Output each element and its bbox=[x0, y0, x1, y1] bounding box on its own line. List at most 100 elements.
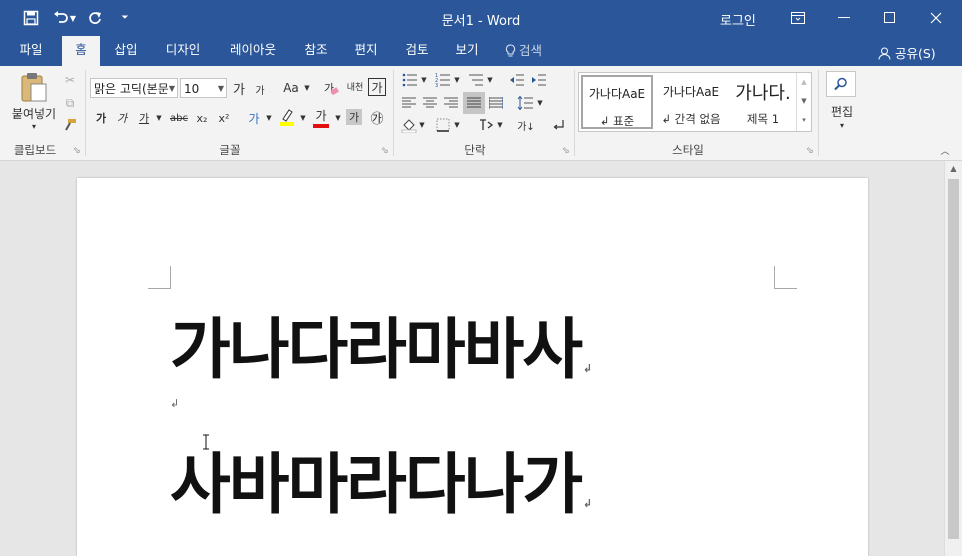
style-heading-1[interactable]: 가나다. 제목 1 bbox=[727, 75, 799, 129]
line-spacing-icon[interactable] bbox=[516, 94, 534, 112]
font-launcher-icon[interactable]: ⬂ bbox=[381, 146, 389, 156]
style-normal[interactable]: 가나다AaE ↲ 표준 bbox=[581, 75, 653, 129]
styles-launcher-icon[interactable]: ⬂ bbox=[806, 146, 814, 156]
document-line-2[interactable]: 사바마라다나가 ↲ bbox=[170, 431, 592, 527]
change-case-button[interactable]: Aa bbox=[281, 78, 301, 98]
search-icon[interactable] bbox=[826, 71, 856, 97]
styles-group-label: 스타일 bbox=[672, 143, 704, 157]
enclosed-character-button[interactable]: ㉮ bbox=[367, 107, 387, 127]
align-center-icon[interactable] bbox=[421, 94, 439, 112]
tab-references[interactable]: 참조 bbox=[296, 36, 336, 66]
chevron-up-icon[interactable]: ▲ bbox=[797, 73, 811, 92]
line-1-text: 가나다라마바사 bbox=[170, 311, 583, 388]
tab-layout[interactable]: 레이아웃 bbox=[222, 36, 284, 66]
ribbon-display-options-icon[interactable] bbox=[775, 0, 821, 36]
chevron-down-icon[interactable]: ▼ bbox=[264, 108, 274, 128]
style-name: ↲ 간격 없음 bbox=[661, 112, 721, 126]
tab-insert[interactable]: 삽입 bbox=[106, 36, 146, 66]
shading-icon[interactable] bbox=[400, 116, 418, 134]
tab-design[interactable]: 디자인 bbox=[158, 36, 208, 66]
chevron-down-icon[interactable]: ▼ bbox=[536, 94, 544, 112]
paste-button[interactable]: 붙여넣기 ▾ bbox=[10, 71, 58, 137]
decrease-indent-icon[interactable] bbox=[508, 71, 526, 89]
phonetic-guide-button[interactable]: 내천 bbox=[344, 78, 366, 98]
text-effects-button[interactable]: 가 bbox=[245, 108, 263, 128]
align-right-icon[interactable] bbox=[442, 94, 460, 112]
chevron-down-icon[interactable]: ▼ bbox=[418, 116, 426, 134]
style-no-spacing[interactable]: 가나다AaE ↲ 간격 없음 bbox=[655, 75, 727, 129]
chevron-down-icon[interactable]: ▼ bbox=[453, 71, 461, 89]
asian-layout-icon[interactable] bbox=[476, 116, 496, 134]
enclose-characters-button[interactable]: 가 bbox=[368, 78, 386, 96]
chevron-down-icon[interactable]: ▼ bbox=[486, 71, 494, 89]
styles-gallery: 가나다AaE ↲ 표준 가나다AaE ↲ 간격 없음 가나다. 제목 1 ▲ ▼… bbox=[578, 72, 812, 132]
share-button[interactable]: 공유(S) bbox=[878, 43, 936, 62]
chevron-down-icon[interactable]: ▼ bbox=[420, 71, 428, 89]
chevron-down-icon[interactable]: ▼ bbox=[302, 78, 312, 98]
hangul-alignment-button[interactable]: 가↓ bbox=[516, 116, 536, 134]
justify-icon[interactable] bbox=[463, 92, 485, 114]
scroll-up-icon[interactable]: ▲ bbox=[945, 161, 962, 177]
clear-formatting-icon[interactable]: 가 bbox=[322, 78, 340, 98]
login-link[interactable]: 로그인 bbox=[720, 10, 756, 29]
bold-button[interactable]: 가 bbox=[93, 108, 109, 128]
increase-indent-icon[interactable] bbox=[530, 71, 548, 89]
paragraph-mark: ↲ bbox=[170, 397, 180, 410]
tab-home[interactable]: 홈 bbox=[62, 36, 100, 67]
font-name-select[interactable]: 맑은 고딕(본문 ▼ bbox=[90, 78, 178, 98]
share-label: 공유(S) bbox=[894, 46, 936, 61]
clipboard-paste-icon bbox=[21, 73, 47, 102]
bullets-icon[interactable] bbox=[400, 71, 420, 89]
minimize-icon[interactable] bbox=[821, 0, 867, 36]
cut-icon[interactable]: ✂ bbox=[61, 71, 79, 89]
vertical-scrollbar[interactable]: ▲ bbox=[944, 161, 962, 556]
format-painter-icon[interactable] bbox=[61, 116, 79, 134]
chevron-down-icon[interactable]: ▼ bbox=[298, 108, 308, 128]
more-styles-icon[interactable]: ▾ bbox=[797, 111, 811, 130]
chevron-down-icon[interactable]: ▼ bbox=[333, 108, 343, 128]
font-size-select[interactable]: 10 ▼ bbox=[180, 78, 227, 98]
grow-font-icon[interactable]: 가 bbox=[230, 78, 248, 98]
chevron-down-icon[interactable]: ▼ bbox=[453, 116, 461, 134]
multilevel-list-icon[interactable] bbox=[466, 71, 486, 89]
chevron-down-icon[interactable]: ▼ bbox=[797, 92, 811, 111]
italic-button[interactable]: 가 bbox=[114, 108, 130, 128]
align-left-icon[interactable] bbox=[400, 94, 418, 112]
underline-button[interactable]: 가 bbox=[136, 108, 152, 128]
document-page[interactable]: 가나다라마바사 ↲ ↲ 사바마라다나가 ↲ bbox=[77, 178, 868, 556]
subscript-button[interactable]: x₂ bbox=[193, 108, 211, 128]
clipboard-launcher-icon[interactable]: ⬂ bbox=[73, 146, 81, 156]
show-marks-icon[interactable] bbox=[549, 116, 567, 134]
tab-file[interactable]: 파일 bbox=[10, 36, 52, 66]
chevron-down-icon[interactable]: ▼ bbox=[496, 116, 504, 134]
collapse-ribbon-icon[interactable]: ︿ bbox=[938, 144, 952, 157]
editing-button[interactable]: 편집 bbox=[826, 102, 858, 120]
paragraph-group-label: 단락 bbox=[464, 143, 486, 157]
text-cursor-icon bbox=[203, 434, 209, 450]
superscript-button[interactable]: x² bbox=[215, 108, 233, 128]
font-color-swatch bbox=[313, 123, 329, 128]
tell-me-search[interactable]: 검색 bbox=[505, 36, 551, 66]
chevron-down-icon[interactable]: ▼ bbox=[154, 108, 164, 128]
copy-icon[interactable]: ⧉ bbox=[61, 94, 79, 112]
character-shading-button[interactable]: 가 bbox=[346, 109, 362, 125]
numbering-icon[interactable]: 123 bbox=[433, 71, 453, 89]
shrink-font-icon[interactable]: 가 bbox=[252, 80, 268, 98]
scroll-thumb[interactable] bbox=[948, 179, 959, 539]
chevron-down-icon[interactable]: ▾ bbox=[836, 120, 848, 130]
clipboard-group-label: 클립보드 bbox=[13, 143, 57, 157]
paragraph-launcher-icon[interactable]: ⬂ bbox=[562, 146, 570, 156]
font-color-button[interactable]: 가 bbox=[312, 106, 330, 128]
maximize-icon[interactable] bbox=[867, 0, 913, 36]
paragraph-mark: ↲ bbox=[583, 362, 592, 375]
highlight-color-button[interactable] bbox=[278, 106, 296, 128]
tab-view[interactable]: 보기 bbox=[447, 36, 487, 66]
distributed-icon[interactable] bbox=[487, 94, 505, 112]
tab-mailings[interactable]: 편지 bbox=[346, 36, 386, 66]
borders-icon[interactable] bbox=[434, 116, 452, 134]
close-icon[interactable] bbox=[913, 0, 959, 36]
style-sample: 가나다. bbox=[735, 83, 791, 104]
document-line-1[interactable]: 가나다라마바사 ↲ bbox=[170, 296, 592, 392]
strikethrough-button[interactable]: abc bbox=[168, 108, 190, 128]
tab-review[interactable]: 검토 bbox=[397, 36, 437, 66]
